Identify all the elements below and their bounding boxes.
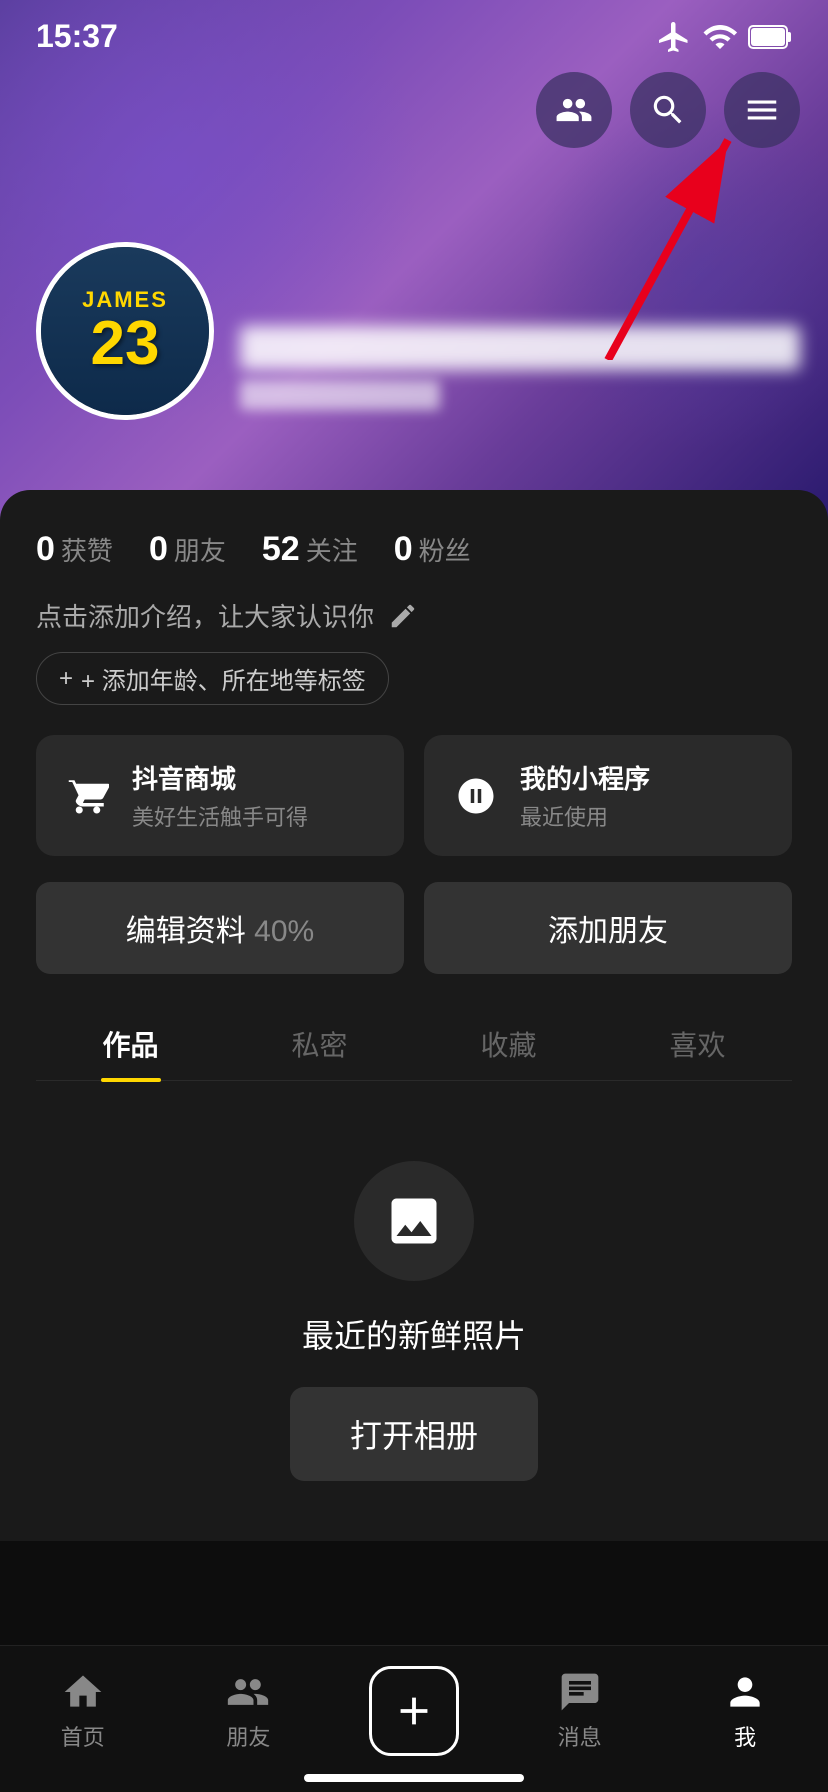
tab-likes-label: 喜欢 [669, 1030, 725, 1061]
open-album-button[interactable]: 打开相册 [290, 1387, 538, 1481]
bio-placeholder: 点击添加介绍，让大家认识你 [36, 597, 374, 634]
nav-messages[interactable]: 消息 [530, 1670, 630, 1752]
action-buttons: 编辑资料 40% 添加朋友 [36, 882, 792, 974]
likes-label: 获赞 [61, 531, 113, 568]
fans-label: 粉丝 [419, 531, 471, 568]
tab-works-label: 作品 [102, 1030, 158, 1061]
mini-program-text: 我的小程序 最近使用 [520, 759, 650, 832]
message-icon [558, 1670, 602, 1714]
tags-row: + + 添加年龄、所在地等标签 [36, 652, 792, 705]
empty-icon-wrap [354, 1161, 474, 1281]
nav-friends-label: 朋友 [226, 1720, 270, 1752]
plus-icon [391, 1688, 437, 1734]
status-icons [656, 19, 792, 55]
tab-collection[interactable]: 收藏 [414, 1004, 603, 1080]
main-content: 0 获赞 0 朋友 52 关注 0 粉丝 点击添加介绍，让大家认识你 + + 添… [0, 490, 828, 1541]
edit-bio-icon[interactable] [386, 599, 420, 633]
bio-row[interactable]: 点击添加介绍，让大家认识你 [36, 597, 792, 634]
profile-header: JAMES 23 [0, 0, 828, 520]
nav-me-label: 我 [734, 1720, 756, 1752]
friends-label: 朋友 [174, 531, 226, 568]
add-friend-label: 添加朋友 [548, 915, 668, 948]
stat-following[interactable]: 52 关注 [262, 530, 358, 569]
status-time: 15:37 [36, 18, 118, 55]
nav-me[interactable]: 我 [695, 1670, 795, 1752]
shop-title: 抖音商城 [132, 759, 308, 796]
search-button[interactable] [630, 72, 706, 148]
mini-program-subtitle: 最近使用 [520, 800, 650, 832]
stat-fans[interactable]: 0 粉丝 [394, 530, 471, 569]
nav-messages-label: 消息 [558, 1720, 602, 1752]
empty-content: 最近的新鲜照片 打开相册 [36, 1081, 792, 1541]
username-area [240, 326, 800, 410]
nav-create[interactable] [364, 1666, 464, 1756]
tabs-row: 作品 私密 收藏 喜欢 [36, 1004, 792, 1081]
tab-works[interactable]: 作品 [36, 1004, 225, 1080]
stat-friends[interactable]: 0 朋友 [149, 530, 226, 569]
tag-plus-icon: + [59, 665, 73, 693]
menu-icon [743, 91, 781, 129]
mini-program-title: 我的小程序 [520, 759, 650, 796]
battery-icon [748, 23, 792, 51]
quick-links: 抖音商城 美好生活触手可得 我的小程序 最近使用 [36, 735, 792, 856]
username-blurred [240, 326, 800, 370]
following-label: 关注 [306, 531, 358, 568]
empty-title: 最近的新鲜照片 [302, 1311, 526, 1357]
bottom-nav: 首页 朋友 消息 我 [0, 1645, 828, 1792]
shop-subtitle: 美好生活触手可得 [132, 800, 308, 832]
nav-plus-button[interactable] [369, 1666, 459, 1756]
nav-home[interactable]: 首页 [33, 1670, 133, 1752]
shop-text: 抖音商城 美好生活触手可得 [132, 759, 308, 832]
nav-home-label: 首页 [61, 1720, 105, 1752]
fans-count: 0 [394, 530, 413, 569]
mini-program-icon [450, 770, 502, 822]
likes-count: 0 [36, 530, 55, 569]
tab-private-label: 私密 [291, 1030, 347, 1061]
menu-button[interactable] [724, 72, 800, 148]
edit-profile-pct: 40% [246, 915, 314, 948]
search-icon [649, 91, 687, 129]
wifi-icon [702, 19, 738, 55]
tab-collection-label: 收藏 [480, 1030, 536, 1061]
home-indicator [304, 1774, 524, 1782]
home-icon [61, 1670, 105, 1714]
tab-private[interactable]: 私密 [225, 1004, 414, 1080]
status-bar: 15:37 [0, 0, 828, 65]
following-count: 52 [262, 530, 300, 569]
friends-count: 0 [149, 530, 168, 569]
shop-icon [62, 770, 114, 822]
airplane-icon [656, 19, 692, 55]
photo-placeholder-icon [384, 1191, 444, 1251]
stats-row: 0 获赞 0 朋友 52 关注 0 粉丝 [36, 520, 792, 589]
friends-icon [555, 91, 593, 129]
avatar[interactable]: JAMES 23 [36, 242, 214, 420]
edit-profile-button[interactable]: 编辑资料 40% [36, 882, 404, 974]
userid-blurred [240, 380, 440, 410]
douyin-shop-card[interactable]: 抖音商城 美好生活触手可得 [36, 735, 404, 856]
nav-friends-icon [226, 1670, 270, 1714]
header-actions [536, 72, 800, 148]
jersey-number: 23 [91, 313, 160, 375]
add-friend-button[interactable]: 添加朋友 [424, 882, 792, 974]
add-tags-button[interactable]: + + 添加年龄、所在地等标签 [36, 652, 389, 705]
nav-me-icon [723, 1670, 767, 1714]
tag-label: + 添加年龄、所在地等标签 [81, 661, 366, 696]
avatar-wrap: JAMES 23 [36, 242, 214, 420]
tab-likes[interactable]: 喜欢 [603, 1004, 792, 1080]
open-album-label: 打开相册 [350, 1418, 478, 1454]
nav-friends[interactable]: 朋友 [198, 1670, 298, 1752]
mini-program-card[interactable]: 我的小程序 最近使用 [424, 735, 792, 856]
edit-profile-label: 编辑资料 [126, 915, 246, 948]
jersey-display: JAMES 23 [41, 247, 209, 415]
stat-likes[interactable]: 0 获赞 [36, 530, 113, 569]
friends-button[interactable] [536, 72, 612, 148]
